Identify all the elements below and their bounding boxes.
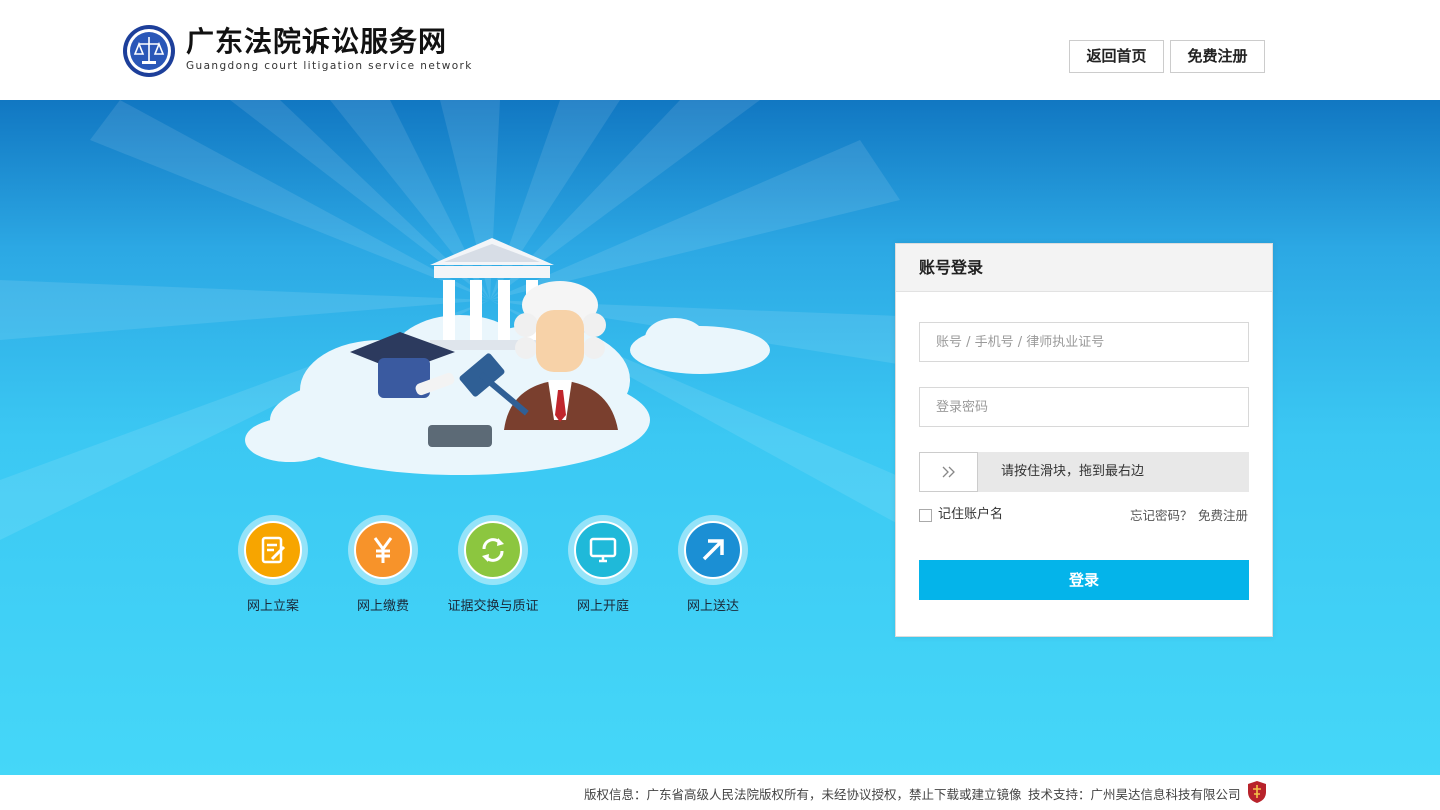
- court-illustration: [245, 238, 770, 475]
- slider-hint: 请按住滑块，拖到最右边: [1001, 464, 1145, 479]
- copyright-text: 版权信息：广东省高级人民法院版权所有，未经协议授权，禁止下载或建立镜像: [584, 787, 1022, 802]
- login-button[interactable]: 登录: [919, 560, 1249, 600]
- service-ring: [348, 515, 418, 585]
- service-ring: [568, 515, 638, 585]
- service-label: 网上送达: [686, 599, 739, 614]
- yuan-icon: [354, 521, 412, 579]
- service-ring: [458, 515, 528, 585]
- register-link[interactable]: 免费注册: [1198, 507, 1248, 525]
- forgot-password-link[interactable]: 忘记密码？: [1130, 507, 1193, 525]
- login-panel: 账号登录 请按住滑块，拖到最右边 记住账户名 忘记密码？ 免费注册 登录: [895, 243, 1273, 637]
- service-label: 网上立案: [246, 599, 299, 614]
- service-ring: [238, 515, 308, 585]
- site-footer: 版权信息：广东省高级人民法院版权所有，未经协议授权，禁止下载或建立镜像 技术支持…: [0, 775, 1440, 810]
- site-title: 广东法院诉讼服务网: [186, 25, 448, 58]
- password-input[interactable]: [919, 387, 1249, 427]
- service-ring: [678, 515, 748, 585]
- site-subtitle: Guangdong court litigation service netwo…: [186, 60, 473, 72]
- court-emblem-logo: [123, 25, 175, 77]
- login-title: 账号登录: [896, 244, 1272, 292]
- file-edit-icon: [244, 521, 302, 579]
- double-chevron-right-icon: [942, 466, 955, 478]
- police-badge-icon[interactable]: [1247, 780, 1267, 804]
- service-label: 网上开庭: [576, 599, 629, 614]
- service-label: 网上缴费: [356, 599, 409, 614]
- monitor-icon: [574, 521, 632, 579]
- exchange-icon: [464, 521, 522, 579]
- slider-captcha: 请按住滑块，拖到最右边: [919, 452, 1249, 492]
- remember-checkbox[interactable]: [919, 509, 932, 522]
- site-header: 广东法院诉讼服务网 Guangdong court litigation ser…: [0, 0, 1440, 100]
- service-label: 证据交换与质证: [447, 599, 539, 614]
- tech-support-text: 技术支持：广州昊达信息科技有限公司: [1028, 787, 1241, 802]
- remember-label: 记住账户名: [938, 507, 1004, 522]
- account-input[interactable]: [919, 322, 1249, 362]
- slider-handle[interactable]: [919, 452, 978, 492]
- arrow-up-right-icon: [684, 521, 742, 579]
- home-button[interactable]: 返回首页: [1069, 40, 1164, 73]
- register-button[interactable]: 免费注册: [1170, 40, 1265, 73]
